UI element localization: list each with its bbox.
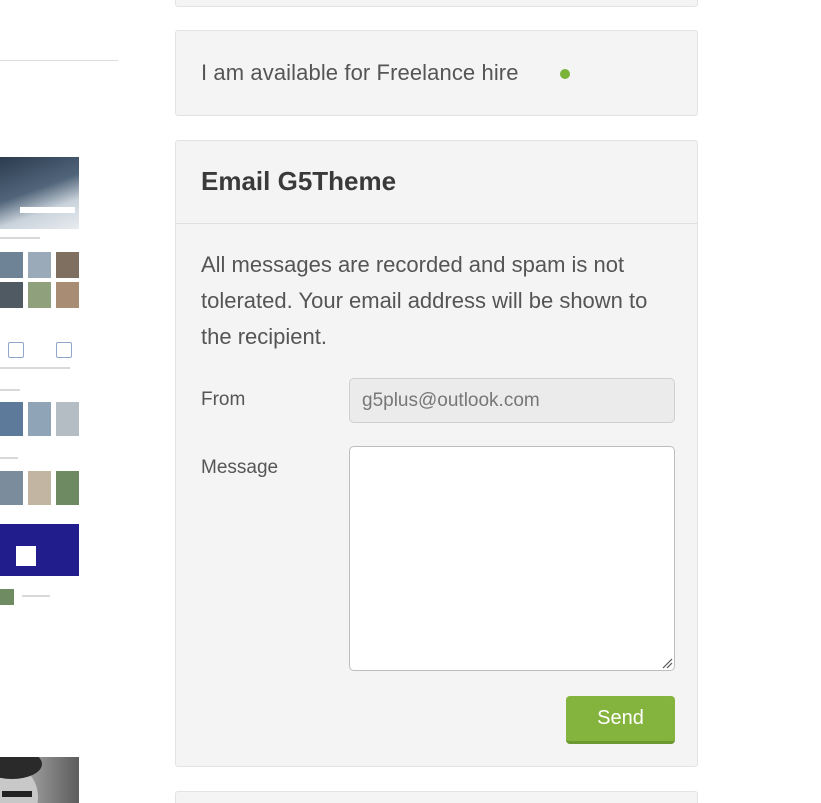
thumbnail-tile-row [0, 282, 79, 310]
thumbnail-text-line [0, 237, 40, 239]
thumbnail-tile [0, 471, 23, 505]
sidebar-divider [0, 60, 118, 61]
thumbnail-feature-icon [8, 342, 24, 358]
resize-grip-icon[interactable] [661, 657, 673, 669]
thumbnail-text-line [0, 367, 70, 369]
avatar-glasses [2, 791, 32, 797]
message-textarea[interactable] [349, 446, 675, 671]
email-panel-header: Email G5Theme [176, 141, 697, 224]
thumbnail-text-line [0, 457, 18, 459]
thumbnail-tile [28, 252, 51, 278]
thumbnail-tile [56, 282, 79, 308]
thumbnail-hero-image [0, 157, 79, 229]
thumbnail-tile [56, 252, 79, 278]
next-panel [175, 791, 698, 803]
thumbnail-tile-row [0, 471, 79, 505]
theme-preview-thumbnail[interactable] [0, 157, 79, 609]
thumbnail-search-bar [20, 207, 75, 213]
email-author-panel: Email G5Theme All messages are recorded … [175, 140, 698, 767]
email-panel-title: Email G5Theme [201, 166, 397, 196]
email-privacy-note: All messages are recorded and spam is no… [201, 252, 648, 349]
from-email-field[interactable] [349, 378, 675, 423]
from-label: From [201, 389, 246, 410]
thumbnail-tile [56, 471, 79, 505]
availability-status-dot-icon [560, 69, 570, 79]
thumbnail-tile-row [0, 402, 79, 436]
thumbnail-tile-row [0, 252, 79, 280]
freelance-availability-text: I am available for Freelance hire [201, 60, 519, 85]
thumbnail-cta-band [0, 524, 79, 576]
thumbnail-tile [28, 282, 51, 308]
thumbnail-cta-card [16, 546, 36, 566]
thumbnail-tile [0, 252, 23, 278]
thumbnail-tile [0, 282, 23, 308]
thumbnail-text-line [22, 595, 50, 597]
avatar-hair [0, 757, 42, 779]
previous-panel [175, 0, 698, 7]
message-label: Message [201, 457, 279, 478]
author-avatar-photo[interactable] [0, 757, 79, 803]
thumbnail-text-line [0, 389, 20, 391]
thumbnail-tile [28, 471, 51, 505]
thumbnail-feature-icon [56, 342, 72, 358]
send-button[interactable]: Send [566, 696, 675, 744]
thumbnail-tile [0, 402, 23, 436]
thumbnail-blog-image [0, 589, 14, 605]
thumbnail-tile [28, 402, 51, 436]
thumbnail-tile [56, 402, 79, 436]
freelance-availability-panel: I am available for Freelance hire [175, 30, 698, 116]
